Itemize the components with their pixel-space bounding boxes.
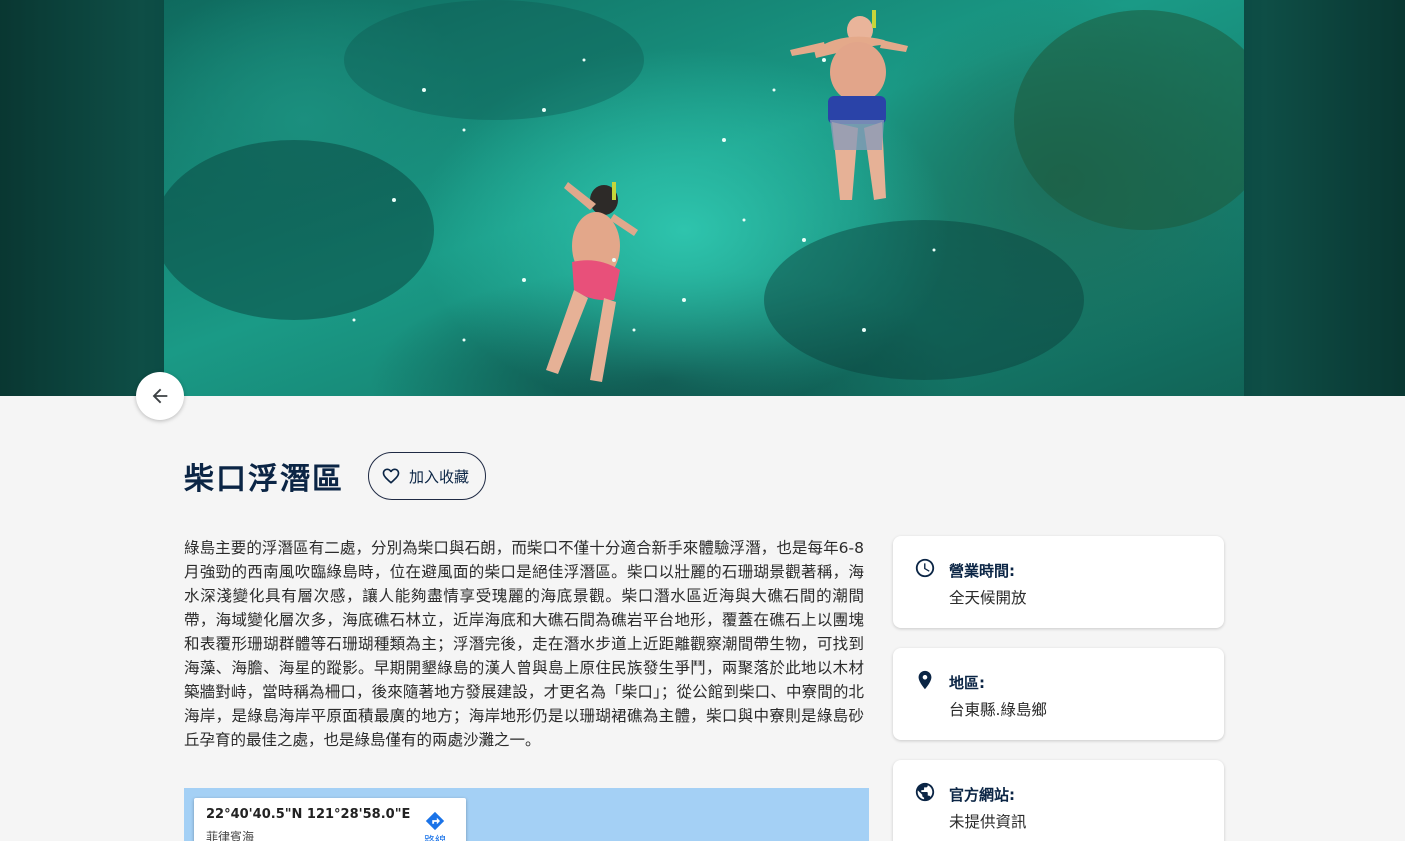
page-title: 柴口浮潛區 <box>184 462 344 497</box>
hero-banner <box>0 0 1405 396</box>
hero-image <box>164 0 1244 396</box>
directions-icon <box>425 811 445 831</box>
snorkelers-illustration <box>164 0 1244 382</box>
map-embed[interactable]: 22°40'40.5"N 121°28'58.0"E 菲律賓海 路線 <box>184 788 869 841</box>
back-button[interactable] <box>136 372 184 420</box>
map-coordinates: 22°40'40.5"N 121°28'58.0"E <box>206 807 411 822</box>
arrow-left-icon <box>152 388 168 404</box>
map-info-card: 22°40'40.5"N 121°28'58.0"E 菲律賓海 路線 <box>194 798 466 841</box>
globe-icon <box>915 782 935 802</box>
attraction-description: 綠島主要的浮潛區有二處，分別為柴口與石朗，而柴口不僅十分適合新手來體驗浮潛，也是… <box>184 539 864 749</box>
hero-blur-right <box>1244 0 1405 396</box>
info-card-website: 官方網站: 未提供資訊 <box>893 760 1224 841</box>
title-row: 柴口浮潛區 加入收藏 <box>184 452 487 500</box>
website-label: 官方網站: <box>949 786 1015 804</box>
website-value: 未提供資訊 <box>949 813 1027 831</box>
info-card-hours: 營業時間: 全天候開放 <box>893 536 1224 628</box>
hours-value: 全天候開放 <box>949 589 1027 607</box>
region-value: 台東縣.綠島鄉 <box>949 701 1047 719</box>
map-place-name: 菲律賓海 <box>206 830 255 841</box>
add-favorite-button[interactable]: 加入收藏 <box>368 452 487 500</box>
region-label: 地區: <box>949 674 985 692</box>
map-directions-button[interactable]: 路線 <box>424 810 446 841</box>
location-pin-icon <box>918 670 932 690</box>
map-directions-label: 路線 <box>424 834 446 841</box>
clock-icon <box>915 558 935 578</box>
info-card-region: 地區: 台東縣.綠島鄉 <box>893 648 1224 740</box>
add-favorite-label: 加入收藏 <box>409 467 470 486</box>
heart-outline-icon <box>382 468 400 484</box>
hero-blur-left <box>0 0 164 396</box>
hours-label: 營業時間: <box>949 562 1015 580</box>
